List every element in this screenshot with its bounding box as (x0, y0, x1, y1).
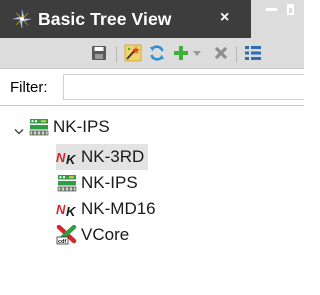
tree-node-label: NK-MD16 (81, 199, 156, 218)
view-tab-bar: Basic Tree View × (0, 0, 304, 38)
nk-device-icon: N K (56, 147, 78, 167)
svg-text:K: K (66, 152, 77, 166)
tree-node-vcore[interactable]: cdf VCore (56, 222, 129, 248)
board-icon (28, 117, 50, 137)
save-icon[interactable] (90, 44, 108, 62)
minimize-button[interactable] (266, 8, 277, 11)
edit-wand-icon[interactable] (124, 44, 142, 62)
tree-node-label: NK-IPS (81, 173, 138, 192)
tree-layout-icon[interactable] (244, 44, 262, 62)
tab-basic-tree-view[interactable]: Basic Tree View × (0, 0, 251, 38)
toolbar-separator (116, 46, 117, 62)
close-tab-button[interactable]: × (220, 9, 229, 27)
filter-row: Filter: (0, 68, 304, 106)
refresh-icon[interactable] (148, 44, 166, 62)
chevron-down-icon[interactable] (14, 123, 24, 141)
tree-node-label: VCore (81, 225, 130, 244)
nk-device-icon: N K (56, 199, 78, 219)
filter-label: Filter: (10, 79, 48, 96)
maximize-button[interactable] (287, 4, 294, 15)
filter-input[interactable] (63, 74, 304, 100)
dropdown-arrow-icon[interactable] (191, 44, 203, 62)
device-tree: NK-IPS N K NK-3RD NK-IPS N K NK-MD16 cdf… (0, 106, 304, 295)
vcore-icon: cdf (56, 225, 78, 245)
view-title: Basic Tree View (38, 8, 172, 29)
tree-node-nk-3rd[interactable]: N K NK-3RD (56, 144, 149, 170)
view-toolbar (0, 38, 304, 68)
svg-text:N: N (56, 150, 66, 165)
svg-text:K: K (66, 204, 77, 218)
gear-pinwheel-icon (12, 9, 32, 29)
svg-text:cdf: cdf (58, 239, 66, 245)
tree-node-nk-ips[interactable]: NK-IPS (56, 170, 138, 196)
tree-node-label: NK-3RD (81, 147, 145, 166)
tree-node-label: NK-IPS (53, 117, 110, 136)
svg-text:N: N (56, 202, 66, 217)
toolbar-separator (236, 46, 237, 62)
tree-node-nk-md16[interactable]: N K NK-MD16 (56, 196, 156, 222)
delete-icon[interactable] (212, 44, 230, 62)
tree-node-root[interactable]: NK-IPS (28, 114, 110, 140)
add-icon[interactable] (172, 44, 190, 62)
board-icon (56, 173, 78, 193)
view-window-controls (256, 0, 304, 38)
